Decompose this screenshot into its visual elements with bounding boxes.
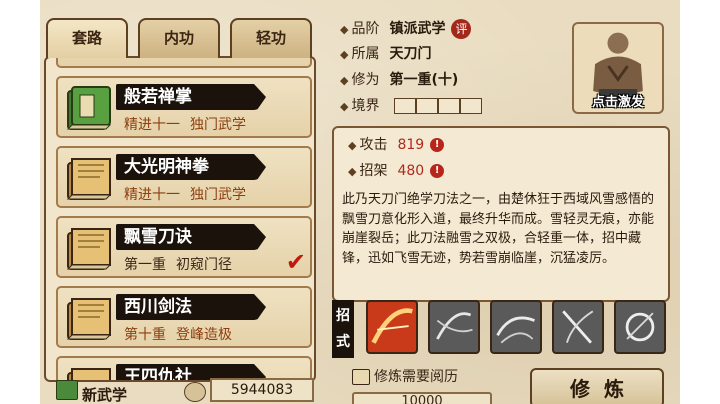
diamond-icon: ◆ (340, 74, 349, 87)
skill-level: 第十重 (124, 327, 166, 343)
new-skill-label[interactable]: 新武学 (82, 384, 127, 404)
skill-subtitle: 精进十一 独门武学 (124, 114, 246, 134)
coin-icon (184, 382, 206, 402)
attack-stat: ◆ 攻击 819! (348, 134, 445, 156)
money-value: 5944083 (210, 378, 314, 402)
tab-lightness[interactable]: 轻功 (230, 18, 312, 58)
skill-subtitle: 第一重 初窥门径 (124, 254, 232, 274)
skill-description: 此乃天刀门绝学刀法之一，由楚休狂于西域风雪感悟的飘雪刀意化形入道，最终升华而成。… (342, 192, 655, 266)
skill-subtitle: 第十重 登峰造极 (124, 324, 232, 344)
diamond-icon: ◆ (340, 48, 349, 61)
skill-list-panel[interactable]: 般若禅掌 精进十一 独门武学 大光明神拳 精进十一 独门武学 飘雪刀诀 第一重 … (44, 56, 316, 382)
move-1-icon[interactable] (366, 300, 418, 354)
skill-type: 初窥门径 (176, 257, 232, 273)
realm-slots (393, 95, 482, 117)
info-realm: ◆ 境界 (340, 95, 482, 117)
book-icon (352, 369, 370, 385)
skill-item-3-selected[interactable]: 飘雪刀诀 第一重 初窥门径 ✔ (56, 216, 312, 278)
activate-portrait[interactable]: 点击激发 (572, 22, 664, 114)
skill-item-1[interactable]: 般若禅掌 精进十一 独门武学 (56, 76, 312, 138)
checkmark-icon: ✔ (285, 248, 306, 276)
skill-detail-box: ◆ 攻击 819! ◆ 招架 480! 此乃天刀门绝学刀法之一，由楚休狂于西域风雪感悟的… (332, 126, 670, 302)
skill-name: 王四仇社 (124, 367, 192, 382)
skill-type: 登峰造极 (176, 327, 232, 343)
skill-type: 独门武学 (190, 187, 246, 203)
game-screen: 般若禅掌 精进十一 独门武学 大光明神拳 精进十一 独门武学 飘雪刀诀 第一重 … (40, 0, 680, 404)
move-5-icon[interactable] (614, 300, 666, 354)
book-icon (66, 158, 112, 200)
diamond-icon: ◆ (340, 23, 349, 36)
activate-label: 点击激发 (591, 95, 644, 110)
tab-moves[interactable]: 套路 (46, 18, 128, 58)
info-cultivation: ◆ 修为 第一重(十) (340, 72, 459, 88)
skill-level: 第一重 (124, 257, 166, 273)
info-grade: ◆ 品阶 镇派武学评 (340, 18, 472, 40)
move-4-icon[interactable] (552, 300, 604, 354)
practice-button[interactable]: 修炼 (530, 368, 664, 404)
moves-label: 招 式 (332, 300, 354, 358)
warning-icon: ! (430, 164, 445, 178)
requirement-label: 修炼需要阅历 (352, 366, 458, 386)
skill-item-2[interactable]: 大光明神拳 精进十一 独门武学 (56, 146, 312, 208)
info-faction: ◆ 所属 天刀门 (340, 46, 432, 62)
skill-item-4[interactable]: 西川剑法 第十重 登峰造极 (56, 286, 312, 348)
requirement-value: 10000 (352, 392, 492, 404)
skill-level: 精进十一 (124, 117, 180, 133)
block-stat: ◆ 招架 480! (348, 160, 445, 182)
book-icon (66, 298, 112, 340)
rate-badge[interactable]: 评 (451, 19, 472, 39)
skill-name: 大光明神拳 (124, 157, 209, 177)
book-icon (67, 368, 111, 380)
green-book-icon (66, 86, 112, 130)
move-3-icon[interactable] (490, 300, 542, 354)
tab-bar: 套路 内功 轻功 (46, 18, 314, 60)
skill-name: 飘雪刀诀 (124, 227, 192, 247)
skill-subtitle: 精进十一 独门武学 (124, 184, 246, 204)
skill-level: 精进十一 (124, 187, 180, 203)
skill-name: 般若禅掌 (124, 87, 192, 107)
tab-internal[interactable]: 内功 (138, 18, 220, 58)
skill-name: 西川剑法 (124, 297, 192, 317)
diamond-icon: ◆ (340, 100, 349, 113)
move-2-icon[interactable] (428, 300, 480, 354)
book-icon (66, 228, 112, 270)
warning-icon: ! (430, 138, 445, 152)
skill-type: 独门武学 (190, 117, 246, 133)
new-skill-icon[interactable] (56, 380, 78, 400)
